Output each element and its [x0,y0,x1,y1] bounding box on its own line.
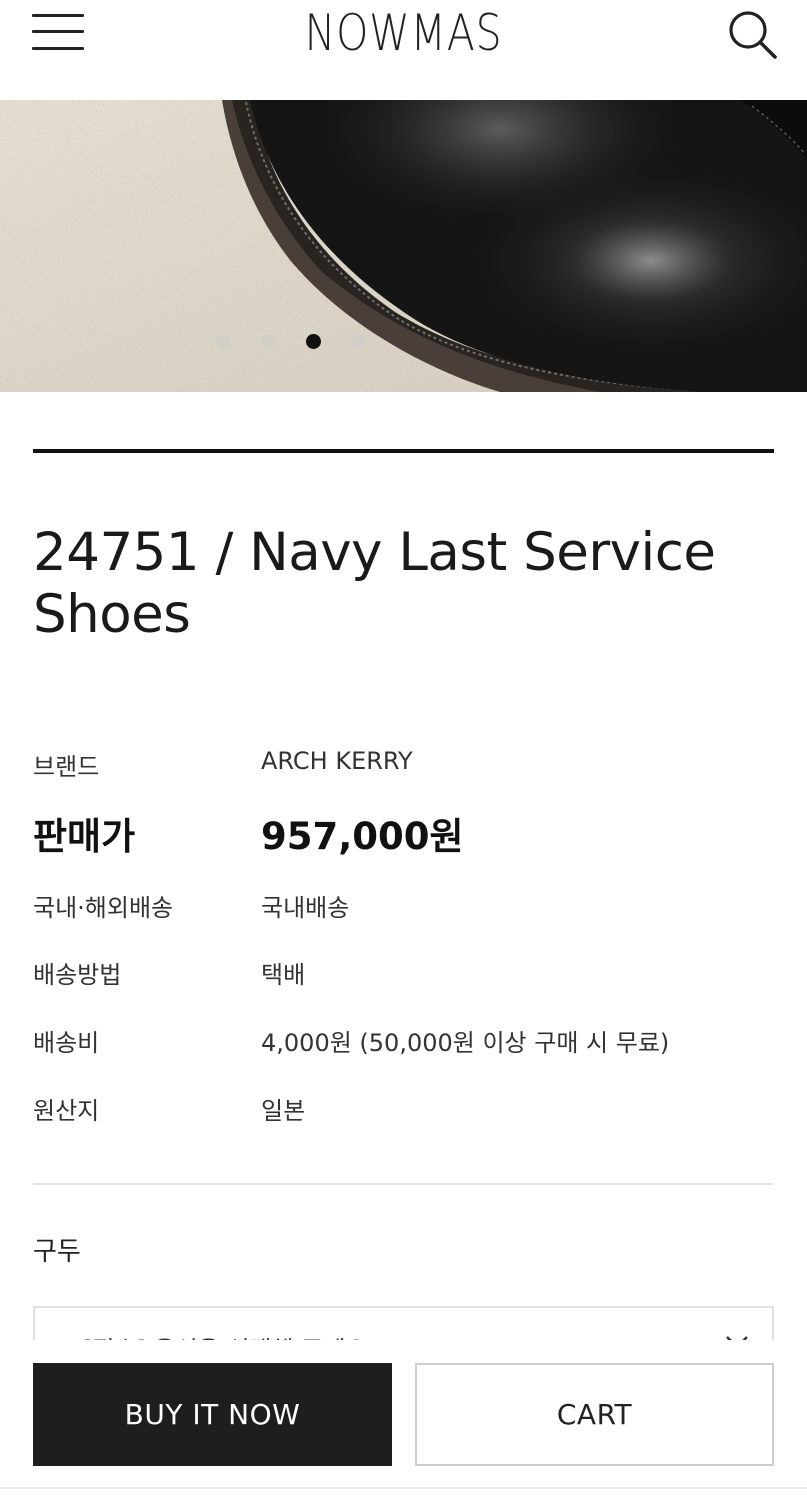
info-row-origin: 원산지 일본 [33,1091,778,1131]
buy-now-button[interactable]: BUY IT NOW [33,1363,392,1466]
info-row-shipping-method: 배송방법 택배 [33,955,778,995]
info-row-shipping-type: 국내·해외배송 국내배송 [33,888,778,928]
product-title: 24751 / Navy Last Service Shoes [33,522,778,646]
shipping-type-value: 국내배송 [261,894,350,922]
product-title-line-2: Shoes [33,584,191,645]
options-divider [33,1183,774,1185]
shipping-fee-label: 배송비 [33,1029,100,1057]
bottom-action-bar: BUY IT NOW CART [0,1340,807,1500]
shipping-type-label: 국내·해외배송 [33,894,174,922]
app-header: NOWMAS [0,0,807,100]
shipping-method-value: 택배 [261,961,306,989]
carousel-dot-1[interactable] [216,334,231,349]
section-divider [33,449,774,453]
origin-value: 일본 [261,1097,306,1125]
carousel-dots [0,330,807,354]
option-group-title: 구두 [33,1237,81,1267]
info-row-brand: 브랜드 ARCH KERRY [33,747,778,787]
bottom-divider [0,1487,807,1489]
product-title-line-1: 24751 / Navy Last Service [33,522,716,583]
price-value: 957,000원 [261,815,464,858]
brand-value[interactable]: ARCH KERRY [261,747,413,775]
price-label: 판매가 [33,815,136,858]
shipping-method-label: 배송방법 [33,961,122,989]
brand-label: 브랜드 [33,753,100,781]
info-row-price: 판매가 957,000원 [33,806,778,858]
shipping-fee-value: 4,000원 (50,000원 이상 구매 시 무료) [261,1029,670,1057]
carousel-dot-2[interactable] [261,334,276,349]
site-logo[interactable]: NOWMAS [73,4,735,62]
carousel-dot-3[interactable] [306,334,321,349]
origin-label: 원산지 [33,1097,100,1125]
search-icon[interactable] [726,8,780,62]
cart-button[interactable]: CART [415,1363,774,1466]
info-row-shipping-fee: 배송비 4,000원 (50,000원 이상 구매 시 무료) [33,1023,778,1063]
carousel-dot-4[interactable] [351,334,366,349]
